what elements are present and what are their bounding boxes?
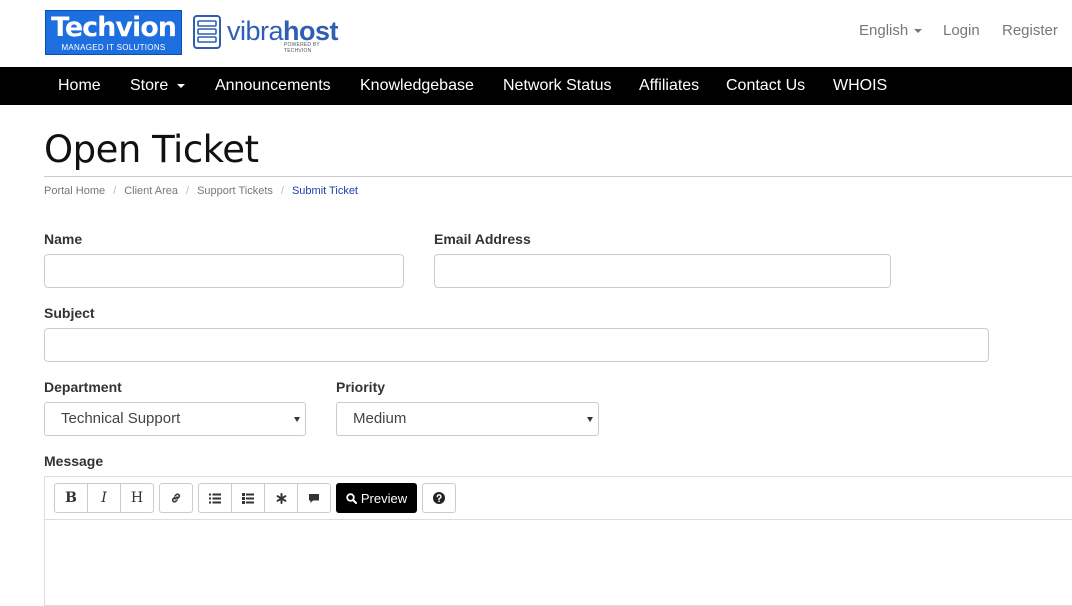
language-dropdown[interactable]: English: [859, 22, 923, 39]
main-navbar: Home Store Announcements Knowledgebase N…: [0, 67, 1072, 105]
preview-button[interactable]: Preview: [336, 483, 417, 513]
site-header: Techvion MANAGED IT SOLUTIONS vibrahost …: [0, 0, 1072, 67]
priority-selected-value: Medium: [353, 410, 407, 427]
ordered-list-icon: [209, 493, 221, 503]
subject-label: Subject: [44, 305, 95, 321]
breadcrumb-separator: /: [113, 185, 117, 197]
question-icon: [433, 492, 445, 504]
nav-network-status[interactable]: Network Status: [503, 67, 611, 105]
title-divider: [44, 176, 1072, 177]
caret-down-icon: [177, 83, 186, 88]
register-link[interactable]: Register: [1002, 22, 1058, 39]
server-icon: [193, 15, 221, 49]
breadcrumb-submit-ticket: Submit Ticket: [291, 185, 358, 197]
unordered-list-icon: [242, 492, 254, 504]
comment-icon: [309, 493, 319, 503]
search-icon: [346, 492, 357, 504]
techvion-logo-tagline: MANAGED IT SOLUTIONS: [61, 43, 166, 52]
nav-contact-us[interactable]: Contact Us: [726, 67, 805, 105]
nav-home[interactable]: Home: [58, 67, 101, 105]
login-link[interactable]: Login: [943, 22, 980, 39]
department-label: Department: [44, 379, 122, 395]
breadcrumb: Portal Home / Client Area / Support Tickets /…: [44, 185, 358, 197]
nav-affiliates[interactable]: Affiliates: [639, 67, 699, 105]
techvion-logo-text: Techvion: [51, 12, 177, 43]
help-button[interactable]: [422, 483, 456, 513]
italic-button[interactable]: I: [88, 484, 121, 512]
department-selected-value: Technical Support: [61, 410, 181, 427]
dropdown-arrow-icon: [294, 417, 300, 422]
nav-store[interactable]: Store: [130, 67, 186, 105]
dropdown-arrow-icon: [587, 417, 593, 422]
nav-store-label: Store: [130, 77, 169, 94]
vibrahost-logo-tagline: POWERED BY TECHVION: [284, 42, 320, 54]
techvion-logo[interactable]: Techvion MANAGED IT SOLUTIONS: [45, 10, 182, 55]
nav-knowledgebase[interactable]: Knowledgebase: [360, 67, 474, 105]
breadcrumb-portal-home[interactable]: Portal Home: [44, 185, 105, 197]
nav-announcements[interactable]: Announcements: [215, 67, 331, 105]
unordered-list-button[interactable]: [232, 484, 265, 512]
preview-button-label: Preview: [360, 490, 408, 506]
breadcrumb-separator: /: [280, 185, 284, 197]
link-button-group: [159, 483, 193, 513]
nav-whois[interactable]: WHOIS: [833, 67, 887, 105]
asterisk-icon: [276, 492, 286, 504]
caret-down-icon: [914, 29, 923, 34]
vibrahost-logo-light: vibra: [227, 16, 284, 46]
format-button-group: B I H: [54, 483, 154, 513]
code-button[interactable]: [265, 484, 298, 512]
vibrahost-logo[interactable]: vibrahost POWERED BY TECHVION: [193, 14, 343, 54]
bold-button[interactable]: B: [55, 484, 88, 512]
language-label: English: [859, 22, 909, 39]
insert-button-group: [198, 483, 331, 513]
priority-label: Priority: [336, 379, 386, 395]
subject-field[interactable]: [44, 328, 989, 362]
priority-select[interactable]: Medium: [336, 402, 599, 436]
breadcrumb-support-tickets[interactable]: Support Tickets: [197, 185, 273, 197]
link-button[interactable]: [160, 484, 192, 512]
email-label: Email Address: [434, 231, 531, 247]
message-label: Message: [44, 453, 104, 469]
heading-button[interactable]: H: [121, 484, 153, 512]
quote-button[interactable]: [298, 484, 330, 512]
page-title: Open Ticket: [44, 128, 259, 171]
ordered-list-button[interactable]: [199, 484, 232, 512]
department-select[interactable]: Technical Support: [44, 402, 306, 436]
name-label: Name: [44, 231, 83, 247]
link-icon: [171, 493, 181, 503]
breadcrumb-separator: /: [186, 185, 190, 197]
breadcrumb-client-area[interactable]: Client Area: [124, 185, 178, 197]
name-field[interactable]: [44, 254, 404, 288]
email-field[interactable]: [434, 254, 891, 288]
toolbar-divider: [45, 519, 1072, 520]
